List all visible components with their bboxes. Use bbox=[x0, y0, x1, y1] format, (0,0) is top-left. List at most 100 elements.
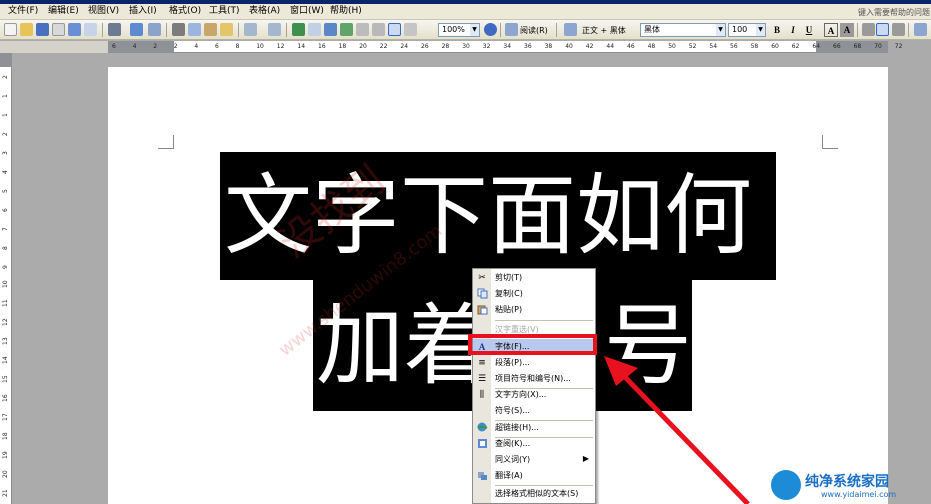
style-combo[interactable]: 正文 + 黑体 bbox=[582, 25, 626, 36]
insert-table-icon[interactable] bbox=[324, 23, 337, 36]
ruler-tick-label: 34 bbox=[503, 43, 512, 50]
open-icon[interactable] bbox=[20, 23, 33, 36]
ruler-tick-label: 2 bbox=[2, 75, 9, 79]
ruler-tick-label: 6 bbox=[215, 43, 219, 50]
menu-item-label: 同义词(Y) bbox=[495, 455, 531, 464]
menu-item-synonyms[interactable]: 同义词(Y) ▶ bbox=[473, 452, 595, 468]
chevron-down-icon[interactable]: ▼ bbox=[756, 24, 765, 36]
logo-url: www.yidaimei.com bbox=[821, 490, 897, 499]
chevron-down-icon[interactable]: ▼ bbox=[716, 24, 725, 36]
crop-mark bbox=[158, 135, 174, 149]
horizontal-ruler[interactable]: 6 4 2 2 4 6 8 10 12 14 16 18 20 22 24 26 28 30 32 34 36 38 40 4… bbox=[108, 41, 902, 53]
document-map-icon[interactable] bbox=[388, 23, 401, 36]
menu-bar: 文件(F) 编辑(E) 视图(V) 插入(I) 格式(O) 工具(T) 表格(A… bbox=[0, 4, 931, 20]
format-painter-icon[interactable] bbox=[220, 23, 233, 36]
paragraph-icon: ≡ bbox=[478, 358, 486, 368]
redo-icon[interactable] bbox=[268, 23, 281, 36]
char-shading-button[interactable]: A bbox=[840, 23, 854, 37]
align-right-icon[interactable] bbox=[892, 23, 905, 36]
menu-window[interactable]: 窗口(W) bbox=[290, 6, 324, 17]
ruler-tick-label: 50 bbox=[668, 43, 676, 50]
menu-item-research[interactable]: 查阅(K)... bbox=[473, 436, 595, 452]
menu-item-label: 段落(P)... bbox=[495, 358, 530, 367]
copy-icon[interactable] bbox=[188, 23, 201, 36]
ruler-tick-label: 18 bbox=[338, 43, 347, 50]
research-icon[interactable] bbox=[130, 23, 143, 36]
ruler-tick-label: 12 bbox=[2, 318, 9, 326]
menu-item-paste[interactable]: 粘贴(P) bbox=[473, 302, 595, 318]
ruler-tick-label: 32 bbox=[482, 43, 491, 50]
paste-icon[interactable] bbox=[204, 23, 217, 36]
font-size-value: 100 bbox=[732, 25, 748, 34]
cut-icon[interactable] bbox=[172, 23, 185, 36]
ruler-tick-label: 36 bbox=[524, 43, 532, 50]
menu-file[interactable]: 文件(F) bbox=[8, 6, 38, 17]
char-border-button[interactable]: A bbox=[824, 23, 838, 37]
ruler-tick-label: 24 bbox=[400, 43, 409, 50]
ruler-tick-label: 10 bbox=[2, 280, 9, 288]
read-icon[interactable] bbox=[505, 23, 518, 36]
help-icon[interactable] bbox=[484, 23, 497, 36]
ruler-left-margin bbox=[108, 41, 174, 53]
ruler-tick-label: 22 bbox=[379, 43, 388, 50]
font-name-combo[interactable]: 黑体 ▼ bbox=[640, 23, 726, 37]
ruler-tick-label: 16 bbox=[2, 394, 9, 402]
ruler-tick-label: 72 bbox=[894, 43, 903, 50]
align-center-icon[interactable] bbox=[876, 23, 889, 36]
translate-icon[interactable] bbox=[148, 23, 161, 36]
menu-item-symbol[interactable]: 符号(S)... bbox=[473, 403, 595, 419]
print-icon[interactable] bbox=[68, 23, 81, 36]
line-spacing-icon[interactable] bbox=[914, 23, 927, 36]
menu-item-paragraph[interactable]: ≡ 段落(P)... bbox=[473, 355, 595, 371]
chevron-down-icon[interactable]: ▼ bbox=[470, 24, 479, 36]
ruler-tick-label: 19 bbox=[2, 451, 9, 459]
ruler-tick-label: 10 bbox=[256, 43, 264, 50]
highlight-box bbox=[468, 334, 597, 355]
menu-edit[interactable]: 编辑(E) bbox=[48, 6, 79, 17]
menu-item-translate[interactable]: 翻译(A) bbox=[473, 468, 595, 484]
save-icon[interactable] bbox=[36, 23, 49, 36]
menu-insert[interactable]: 插入(I) bbox=[129, 6, 157, 17]
columns-icon[interactable] bbox=[356, 23, 369, 36]
read-label[interactable]: 阅读(R) bbox=[520, 25, 548, 36]
help-search-box[interactable]: 键入需要帮助的问题 bbox=[858, 7, 930, 18]
spelling-icon[interactable] bbox=[108, 23, 121, 36]
styles-icon[interactable] bbox=[564, 23, 577, 36]
hyperlink-icon[interactable] bbox=[292, 23, 305, 36]
ruler-tick-label: 28 bbox=[441, 43, 450, 50]
align-left-icon[interactable] bbox=[862, 23, 875, 36]
ruler-tick-label: 8 bbox=[2, 246, 9, 250]
print-preview-icon[interactable] bbox=[84, 23, 97, 36]
font-size-combo[interactable]: 100 ▼ bbox=[728, 23, 766, 37]
menu-table[interactable]: 表格(A) bbox=[249, 6, 280, 17]
menu-tools[interactable]: 工具(T) bbox=[209, 6, 240, 17]
menu-item-bullets-numbering[interactable]: ☰ 项目符号和编号(N)... bbox=[473, 371, 595, 387]
tables-borders-icon[interactable] bbox=[308, 23, 321, 36]
menu-item-text-direction[interactable]: ⫼ 文字方向(X)... bbox=[473, 387, 595, 403]
ruler-tick-label: 64 bbox=[812, 43, 821, 50]
paste-icon bbox=[476, 304, 488, 316]
menu-item-hyperlink[interactable]: 超链接(H)... bbox=[473, 420, 595, 436]
insert-excel-icon[interactable] bbox=[340, 23, 353, 36]
menu-view[interactable]: 视图(V) bbox=[88, 6, 119, 17]
menu-format[interactable]: 格式(O) bbox=[169, 6, 201, 17]
drawing-icon[interactable] bbox=[372, 23, 385, 36]
menu-item-copy[interactable]: 复制(C) bbox=[473, 286, 595, 302]
ruler-tick-label: 2 bbox=[173, 43, 178, 50]
ruler-tick-label: 68 bbox=[853, 43, 862, 50]
new-icon[interactable] bbox=[4, 23, 17, 36]
ruler-tick-label: 12 bbox=[276, 43, 285, 50]
menu-help[interactable]: 帮助(H) bbox=[330, 6, 362, 17]
italic-button[interactable]: I bbox=[786, 23, 800, 37]
document-text-line2-end[interactable]: 号 bbox=[604, 296, 692, 396]
permission-icon[interactable] bbox=[52, 23, 65, 36]
menu-item-select-similar[interactable]: 选择格式相似的文本(S) bbox=[473, 486, 595, 502]
vertical-ruler[interactable]: 2112345678910111213141516171819202122 bbox=[0, 53, 12, 504]
zoom-combo[interactable]: 100% ▼ bbox=[438, 23, 480, 37]
toolbar: 100% ▼ 阅读(R) 正文 + 黑体 黑体 ▼ 100 ▼ B I U A A bbox=[0, 20, 931, 40]
bold-button[interactable]: B bbox=[770, 23, 784, 37]
menu-item-cut[interactable]: ✂ 剪切(T) bbox=[473, 270, 595, 286]
show-hide-icon[interactable] bbox=[404, 23, 417, 36]
underline-button[interactable]: U bbox=[802, 23, 816, 37]
undo-icon[interactable] bbox=[244, 23, 257, 36]
